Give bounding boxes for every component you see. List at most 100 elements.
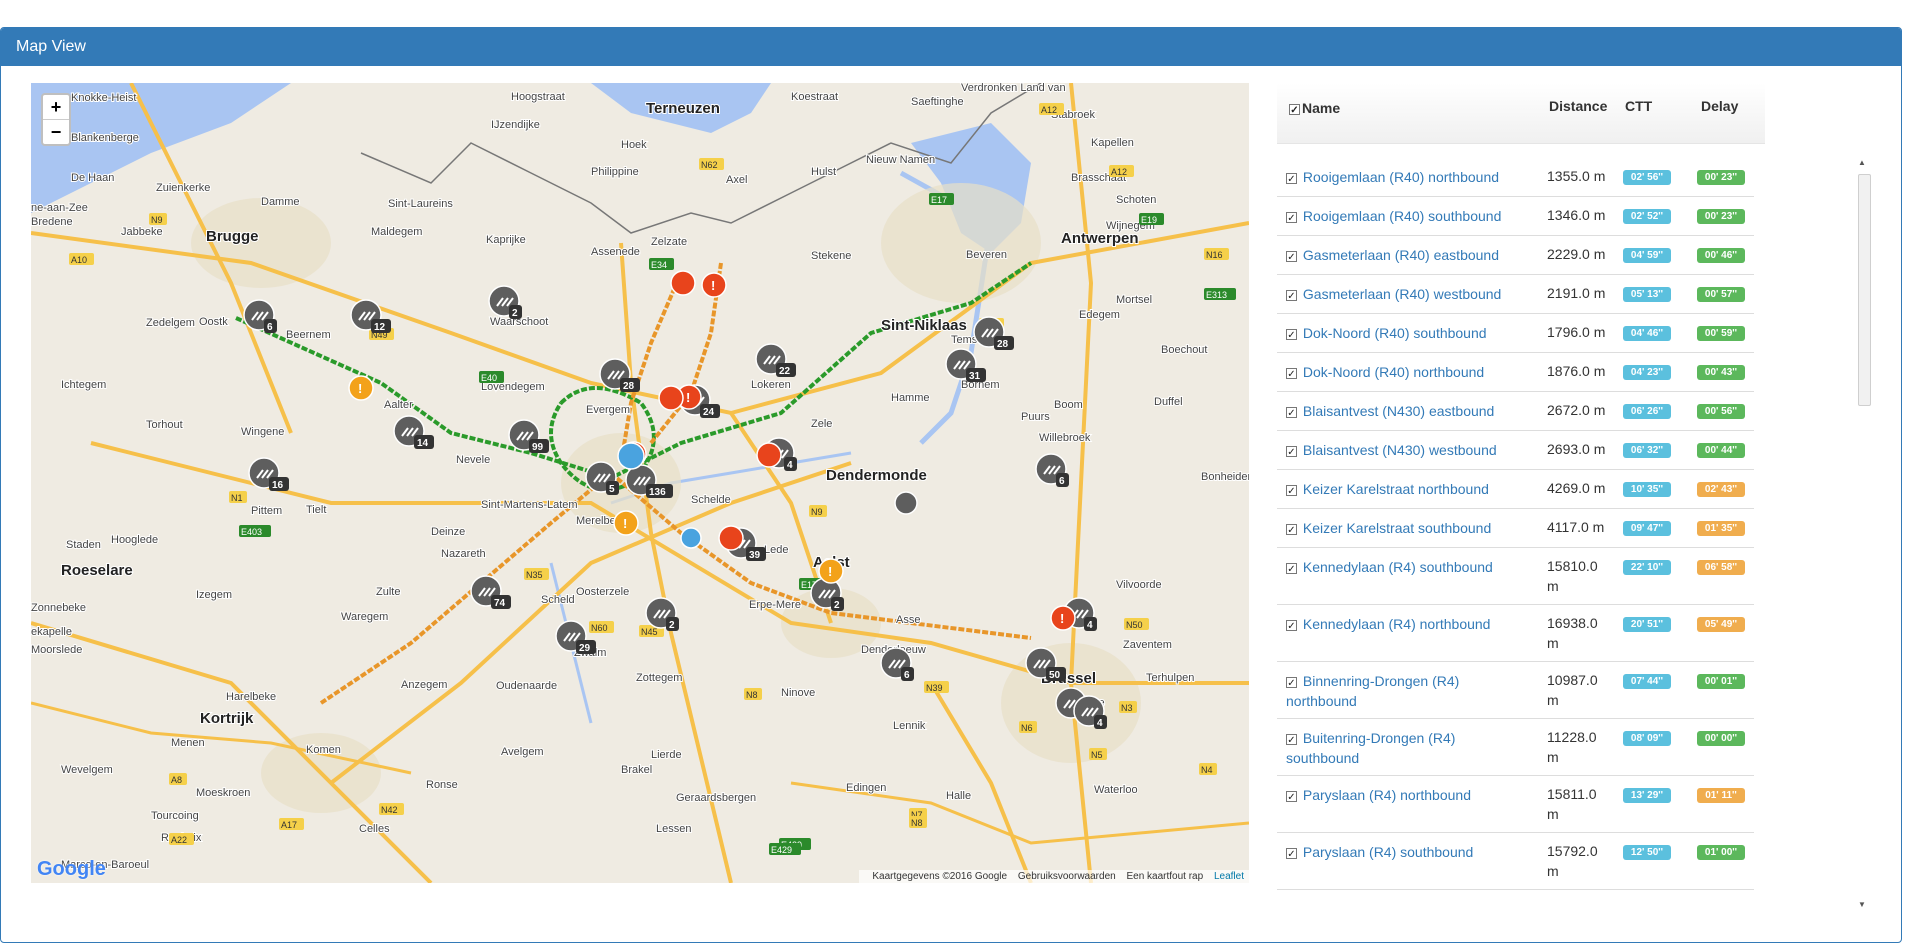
row-name-label[interactable]: Binnenring-Drongen (R4) northbound: [1286, 673, 1459, 709]
list-row[interactable]: ✓ Paryslaan (R4) southbound 15792.0 m 12' …: [1277, 833, 1754, 890]
list-row[interactable]: ✓ Gasmeterlaan (R40) westbound 2191.0 m 05…: [1277, 275, 1754, 314]
road-shield-label: N50: [1126, 620, 1143, 630]
place-label: Oostk: [199, 316, 228, 328]
row-name[interactable]: ✓ Blaisantvest (N430) eastbound: [1286, 401, 1526, 421]
row-name[interactable]: ✓ Kennedylaan (R4) northbound: [1286, 614, 1526, 634]
header-distance[interactable]: Distance: [1549, 98, 1607, 114]
scroll-up-arrow[interactable]: ▲: [1858, 158, 1866, 167]
list-row[interactable]: ✓ Dok-Noord (R40) southbound 1796.0 m 04' …: [1277, 314, 1754, 353]
map-attribution: Kaartgegevens ©2016 Google Gebruiksvoorw…: [859, 870, 1249, 883]
list-row[interactable]: ✓ Kennedylaan (R4) northbound 16938.0 m 20…: [1277, 605, 1754, 662]
row-checkbox[interactable]: ✓: [1286, 619, 1297, 632]
place-label: Hamme: [891, 392, 930, 404]
scroll-down-arrow[interactable]: ▼: [1858, 900, 1866, 909]
cluster-count: 31: [969, 371, 981, 382]
list-row[interactable]: ✓ Paryslaan (R4) northbound 15811.0 m 13' …: [1277, 776, 1754, 833]
row-name[interactable]: ✓ Buitenring-Drongen (R4) southbound: [1286, 728, 1526, 768]
cluster-count: 136: [649, 487, 666, 498]
list-scrollbar[interactable]: ▲ ▼: [1855, 158, 1871, 912]
list-row[interactable]: ✓ Gasmeterlaan (R40) eastbound 2229.0 m 04…: [1277, 236, 1754, 275]
row-name[interactable]: ✓ Dok-Noord (R40) northbound: [1286, 362, 1526, 382]
row-name-label[interactable]: Buitenring-Drongen (R4) southbound: [1286, 730, 1455, 766]
zoom-in-button[interactable]: +: [43, 95, 69, 120]
road-shield-label: N3: [1121, 703, 1133, 713]
place-label: Zedelgem: [146, 317, 195, 329]
row-name-label[interactable]: Rooigemlaan (R40) northbound: [1299, 169, 1499, 185]
header-name[interactable]: ✓ Name: [1289, 100, 1340, 116]
leaflet-link[interactable]: Leaflet: [1214, 871, 1244, 882]
row-checkbox[interactable]: ✓: [1286, 289, 1297, 302]
row-name-label[interactable]: Blaisantvest (N430) eastbound: [1299, 403, 1494, 419]
row-checkbox[interactable]: ✓: [1286, 406, 1297, 419]
row-name-label[interactable]: Kennedylaan (R4) southbound: [1299, 559, 1493, 575]
row-checkbox[interactable]: ✓: [1286, 562, 1297, 575]
row-checkbox[interactable]: ✓: [1286, 445, 1297, 458]
header-ctt[interactable]: CTT: [1625, 98, 1652, 114]
place-label: Halle: [946, 790, 971, 802]
row-name-label[interactable]: Keizer Karelstraat northbound: [1299, 481, 1489, 497]
road-shield-label: N1: [231, 493, 243, 503]
row-name[interactable]: ✓ Kennedylaan (R4) southbound: [1286, 557, 1526, 577]
map[interactable]: + − Knokke-Heist Blankenberge De Haan Zuien…: [31, 83, 1249, 883]
header-delay[interactable]: Delay: [1701, 98, 1738, 114]
row-checkbox[interactable]: ✓: [1286, 328, 1297, 341]
row-checkbox[interactable]: ✓: [1286, 172, 1297, 185]
place-label: Sint-Martens-Latem: [481, 499, 578, 511]
row-name[interactable]: ✓ Dok-Noord (R40) southbound: [1286, 323, 1526, 343]
place-label: Evergem: [586, 404, 630, 416]
row-checkbox[interactable]: ✓: [1286, 211, 1297, 224]
list-row[interactable]: ✓ Buitenring-Drongen (R4) southbound 1122…: [1277, 719, 1754, 776]
place-label: Zele: [811, 418, 832, 430]
row-name[interactable]: ✓ Rooigemlaan (R40) northbound: [1286, 167, 1526, 187]
list-row[interactable]: ✓ Rooigemlaan (R40) southbound 1346.0 m 02…: [1277, 197, 1754, 236]
row-name-label[interactable]: Rooigemlaan (R40) southbound: [1299, 208, 1501, 224]
row-name[interactable]: ✓ Binnenring-Drongen (R4) northbound: [1286, 671, 1526, 711]
row-name-label[interactable]: Gasmeterlaan (R40) westbound: [1299, 286, 1501, 302]
zoom-out-button[interactable]: −: [43, 120, 69, 144]
list-row[interactable]: ✓ Kennedylaan (R4) southbound 15810.0 m 22…: [1277, 548, 1754, 605]
place-label: Boechout: [1161, 344, 1207, 356]
row-name-label[interactable]: Dok-Noord (R40) southbound: [1299, 325, 1487, 341]
row-name[interactable]: ✓ Gasmeterlaan (R40) westbound: [1286, 284, 1526, 304]
list-row[interactable]: ✓ Keizer Karelstraat northbound 4269.0 m 1…: [1277, 470, 1754, 509]
list-row[interactable]: ✓ Rooigemlaan (R40) northbound 1355.0 m 02…: [1277, 158, 1754, 197]
row-checkbox[interactable]: ✓: [1286, 523, 1297, 536]
row-name-label[interactable]: Blaisantvest (N430) westbound: [1299, 442, 1497, 458]
urban-area: [881, 183, 1041, 303]
row-name[interactable]: ✓ Paryslaan (R4) northbound: [1286, 785, 1526, 805]
road-shield-label: N62: [701, 160, 718, 170]
list-row[interactable]: ✓ Blaisantvest (N430) eastbound 2672.0 m 0…: [1277, 392, 1754, 431]
select-all-checkbox[interactable]: ✓: [1289, 103, 1300, 116]
list-row[interactable]: ✓ Dok-Noord (R40) northbound 1876.0 m 04' …: [1277, 353, 1754, 392]
row-checkbox[interactable]: ✓: [1286, 484, 1297, 497]
cluster-count: 22: [779, 366, 791, 377]
row-name-label[interactable]: Dok-Noord (R40) northbound: [1299, 364, 1484, 380]
row-checkbox[interactable]: ✓: [1286, 790, 1297, 803]
list-row[interactable]: ✓ Blaisantvest (N430) westbound 2693.0 m 0…: [1277, 431, 1754, 470]
row-checkbox[interactable]: ✓: [1286, 847, 1297, 860]
row-checkbox[interactable]: ✓: [1286, 367, 1297, 380]
scroll-thumb[interactable]: [1858, 174, 1871, 406]
row-name[interactable]: ✓ Keizer Karelstraat northbound: [1286, 479, 1526, 499]
row-name-label[interactable]: Keizer Karelstraat southbound: [1299, 520, 1491, 536]
place-label: Jabbeke: [121, 226, 163, 238]
row-delay-badge: 00' 23'': [1697, 170, 1745, 185]
row-name-label[interactable]: Paryslaan (R4) southbound: [1299, 844, 1473, 860]
row-checkbox[interactable]: ✓: [1286, 676, 1297, 689]
row-name-label[interactable]: Paryslaan (R4) northbound: [1299, 787, 1471, 803]
row-name[interactable]: ✓ Keizer Karelstraat southbound: [1286, 518, 1526, 538]
map-canvas[interactable]: Knokke-Heist Blankenberge De Haan Zuienkerk…: [31, 83, 1249, 883]
row-name[interactable]: ✓ Gasmeterlaan (R40) eastbound: [1286, 245, 1526, 265]
row-checkbox[interactable]: ✓: [1286, 250, 1297, 263]
list-row[interactable]: ✓ Binnenring-Drongen (R4) northbound 1098…: [1277, 662, 1754, 719]
attribution-report-link[interactable]: Een kaartfout rap: [1126, 871, 1203, 882]
row-name[interactable]: ✓ Paryslaan (R4) southbound: [1286, 842, 1526, 862]
attribution-terms-link[interactable]: Gebruiksvoorwaarden: [1018, 871, 1116, 882]
row-name[interactable]: ✓ Rooigemlaan (R40) southbound: [1286, 206, 1526, 226]
row-name-label[interactable]: Kennedylaan (R4) northbound: [1299, 616, 1491, 632]
list-row[interactable]: ✓ Keizer Karelstraat southbound 4117.0 m 0…: [1277, 509, 1754, 548]
row-name-label[interactable]: Gasmeterlaan (R40) eastbound: [1299, 247, 1499, 263]
row-name[interactable]: ✓ Blaisantvest (N430) westbound: [1286, 440, 1526, 460]
row-checkbox[interactable]: ✓: [1286, 733, 1297, 746]
road-shield-label: N4: [1201, 765, 1213, 775]
